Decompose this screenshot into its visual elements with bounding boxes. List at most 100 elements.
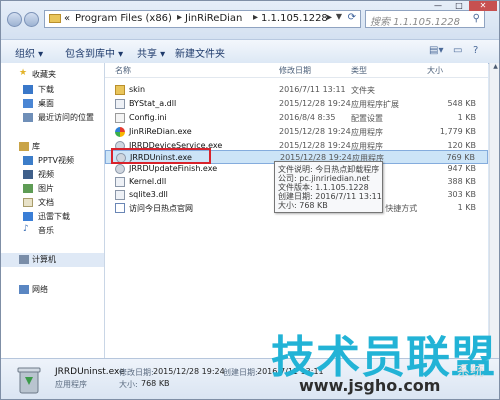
network-icon [19, 285, 29, 294]
details-filename: JRRDUninst.exe [55, 367, 125, 377]
column-header-size[interactable]: 大小 [427, 65, 443, 76]
folder-icon [115, 85, 125, 95]
forward-button[interactable] [24, 12, 39, 27]
file-size: 1 KB [457, 113, 476, 122]
nav-videos[interactable]: 视频 [1, 168, 104, 182]
nav-downloads[interactable]: 下载 [1, 83, 104, 97]
minimize-button[interactable]: — [427, 1, 449, 11]
nav-label: 计算机 [32, 255, 56, 264]
nav-label: PPTV视频 [38, 156, 75, 165]
search-icon[interactable]: ⚲ [473, 13, 480, 24]
refresh-icon[interactable]: ⟳ [348, 12, 356, 23]
nav-thunder[interactable]: 迅雷下载 [1, 210, 104, 224]
close-button[interactable]: ✕ [469, 1, 497, 11]
file-date: 2015/12/28 19:24 [279, 141, 351, 150]
video-library-icon [23, 156, 33, 165]
file-size: 303 KB [447, 190, 476, 199]
back-button[interactable] [7, 12, 22, 27]
column-header-name[interactable]: 名称 [115, 65, 131, 76]
view-options-icon[interactable]: ▤▾ [429, 45, 443, 56]
file-type: 应用程序扩展 [351, 100, 399, 109]
organize-button[interactable]: 组织 ▾ [15, 45, 43, 60]
red-highlight-annotation [111, 148, 211, 164]
computer-icon [19, 255, 29, 264]
file-name: Kernel.dll [129, 177, 167, 186]
nav-network[interactable]: 网络 [1, 283, 104, 297]
video-icon [23, 170, 33, 179]
file-size: 769 KB [446, 153, 475, 162]
file-size: 1,779 KB [439, 127, 476, 136]
column-header-date[interactable]: 修改日期 [279, 65, 311, 76]
command-bar: 组织 ▾ 包含到库中 ▾ 共享 ▾ 新建文件夹 ▤▾ ▭ ? [1, 39, 499, 64]
watermark-url: www.jsgho.com [299, 376, 441, 395]
maximize-button[interactable]: □ [449, 1, 469, 11]
address-bar[interactable]: « Program Files (x86) ▸ JinRiReDian ▸ 1.… [44, 10, 361, 28]
file-row[interactable]: skin 2016/7/11 13:11 文件夹 [105, 83, 488, 97]
file-date: 2015/12/28 19:24 [279, 99, 351, 108]
watermark-side-text: 系统 [456, 364, 484, 380]
file-size: 947 KB [447, 164, 476, 173]
file-info-tooltip: 文件说明: 今日热点卸载程序 公司: pc.jinririedian.net 文… [274, 161, 383, 213]
breadcrumb-separator-icon[interactable]: ▸ [327, 12, 332, 23]
breadcrumb-overflow[interactable]: « [64, 13, 70, 24]
dll-file-icon [115, 99, 125, 109]
scroll-up-icon[interactable]: ▲ [490, 63, 499, 74]
address-dropdown-icon[interactable]: ▼ [336, 12, 342, 21]
breadcrumb-version[interactable]: 1.1.105.1228 [261, 13, 328, 24]
breadcrumb-jinriredian[interactable]: JinRiReDian [185, 13, 242, 24]
nav-recent[interactable]: 最近访问的位置 [1, 111, 104, 125]
nav-label: 最近访问的位置 [38, 113, 94, 122]
star-icon: ★ [19, 68, 28, 78]
nav-music[interactable]: ♪ 音乐 [1, 224, 104, 238]
nav-label: 图片 [38, 184, 54, 193]
nav-libraries[interactable]: 库 [1, 140, 104, 154]
new-folder-button[interactable]: 新建文件夹 [175, 45, 225, 60]
search-box[interactable]: 搜索 1.1.105.1228 ⚲ [365, 10, 485, 28]
file-size: 120 KB [447, 141, 476, 150]
file-date: 2016/8/4 8:35 [279, 113, 336, 122]
documents-icon [23, 198, 33, 207]
file-date: 2016/7/11 13:11 [279, 85, 346, 94]
include-in-library-button[interactable]: 包含到库中 ▾ [65, 45, 123, 60]
details-size-value: 768 KB [141, 379, 170, 388]
nav-label: 文档 [38, 198, 54, 207]
file-row[interactable]: Config.ini 2016/8/4 8:35 配置设置 1 KB [105, 111, 488, 125]
nav-documents[interactable]: 文档 [1, 196, 104, 210]
nav-computer[interactable]: 计算机 [1, 253, 104, 267]
file-row[interactable]: BYStat_a.dll 2015/12/28 19:24 应用程序扩展 548… [105, 97, 488, 111]
vertical-scrollbar[interactable]: ▲ [489, 63, 499, 358]
pictures-icon [23, 184, 33, 193]
details-modified-label: 修改日期: [119, 368, 154, 377]
file-size: 548 KB [447, 99, 476, 108]
details-modified-value: 2015/12/28 19:24 [153, 367, 225, 376]
breadcrumb-separator-icon[interactable]: ▸ [177, 12, 182, 23]
search-input[interactable]: 搜索 1.1.105.1228 [370, 13, 460, 28]
file-name: BYStat_a.dll [129, 99, 177, 108]
nav-label: 下载 [38, 85, 54, 94]
details-created-label: 创建日期: [223, 368, 258, 377]
address-area: « Program Files (x86) ▸ JinRiReDian ▸ 1.… [1, 1, 499, 39]
config-file-icon [115, 113, 125, 123]
file-name: JinRiReDian.exe [129, 127, 192, 136]
nav-label: 音乐 [38, 226, 54, 235]
nav-label: 桌面 [38, 99, 54, 108]
breadcrumb-program-files[interactable]: Program Files (x86) [75, 13, 172, 24]
file-row[interactable]: JinRiReDian.exe 2015/12/28 19:24 应用程序 1,… [105, 125, 488, 139]
column-header-type[interactable]: 类型 [351, 65, 367, 76]
download-icon [23, 85, 33, 94]
nav-pptv[interactable]: PPTV视频 [1, 154, 104, 168]
navigation-pane: ★ 收藏夹 下载 桌面 最近访问的位置 库 PPTV视频 视频 图片 文档 迅雷… [1, 63, 105, 358]
nav-favorites[interactable]: ★ 收藏夹 [1, 68, 104, 82]
explorer-window: « Program Files (x86) ▸ JinRiReDian ▸ 1.… [0, 0, 500, 400]
preview-pane-icon[interactable]: ▭ [453, 45, 462, 56]
exe-file-icon [115, 164, 125, 174]
column-header-row: 名称 修改日期 类型 大小 [105, 63, 488, 78]
nav-pictures[interactable]: 图片 [1, 182, 104, 196]
breadcrumb-separator-icon[interactable]: ▸ [253, 12, 258, 23]
music-icon: ♪ [23, 224, 29, 234]
share-with-button[interactable]: 共享 ▾ [137, 45, 165, 60]
help-icon[interactable]: ? [473, 45, 478, 56]
file-type: 文件夹 [351, 86, 375, 95]
file-date: 2015/12/28 19:24 [279, 127, 351, 136]
nav-desktop[interactable]: 桌面 [1, 97, 104, 111]
